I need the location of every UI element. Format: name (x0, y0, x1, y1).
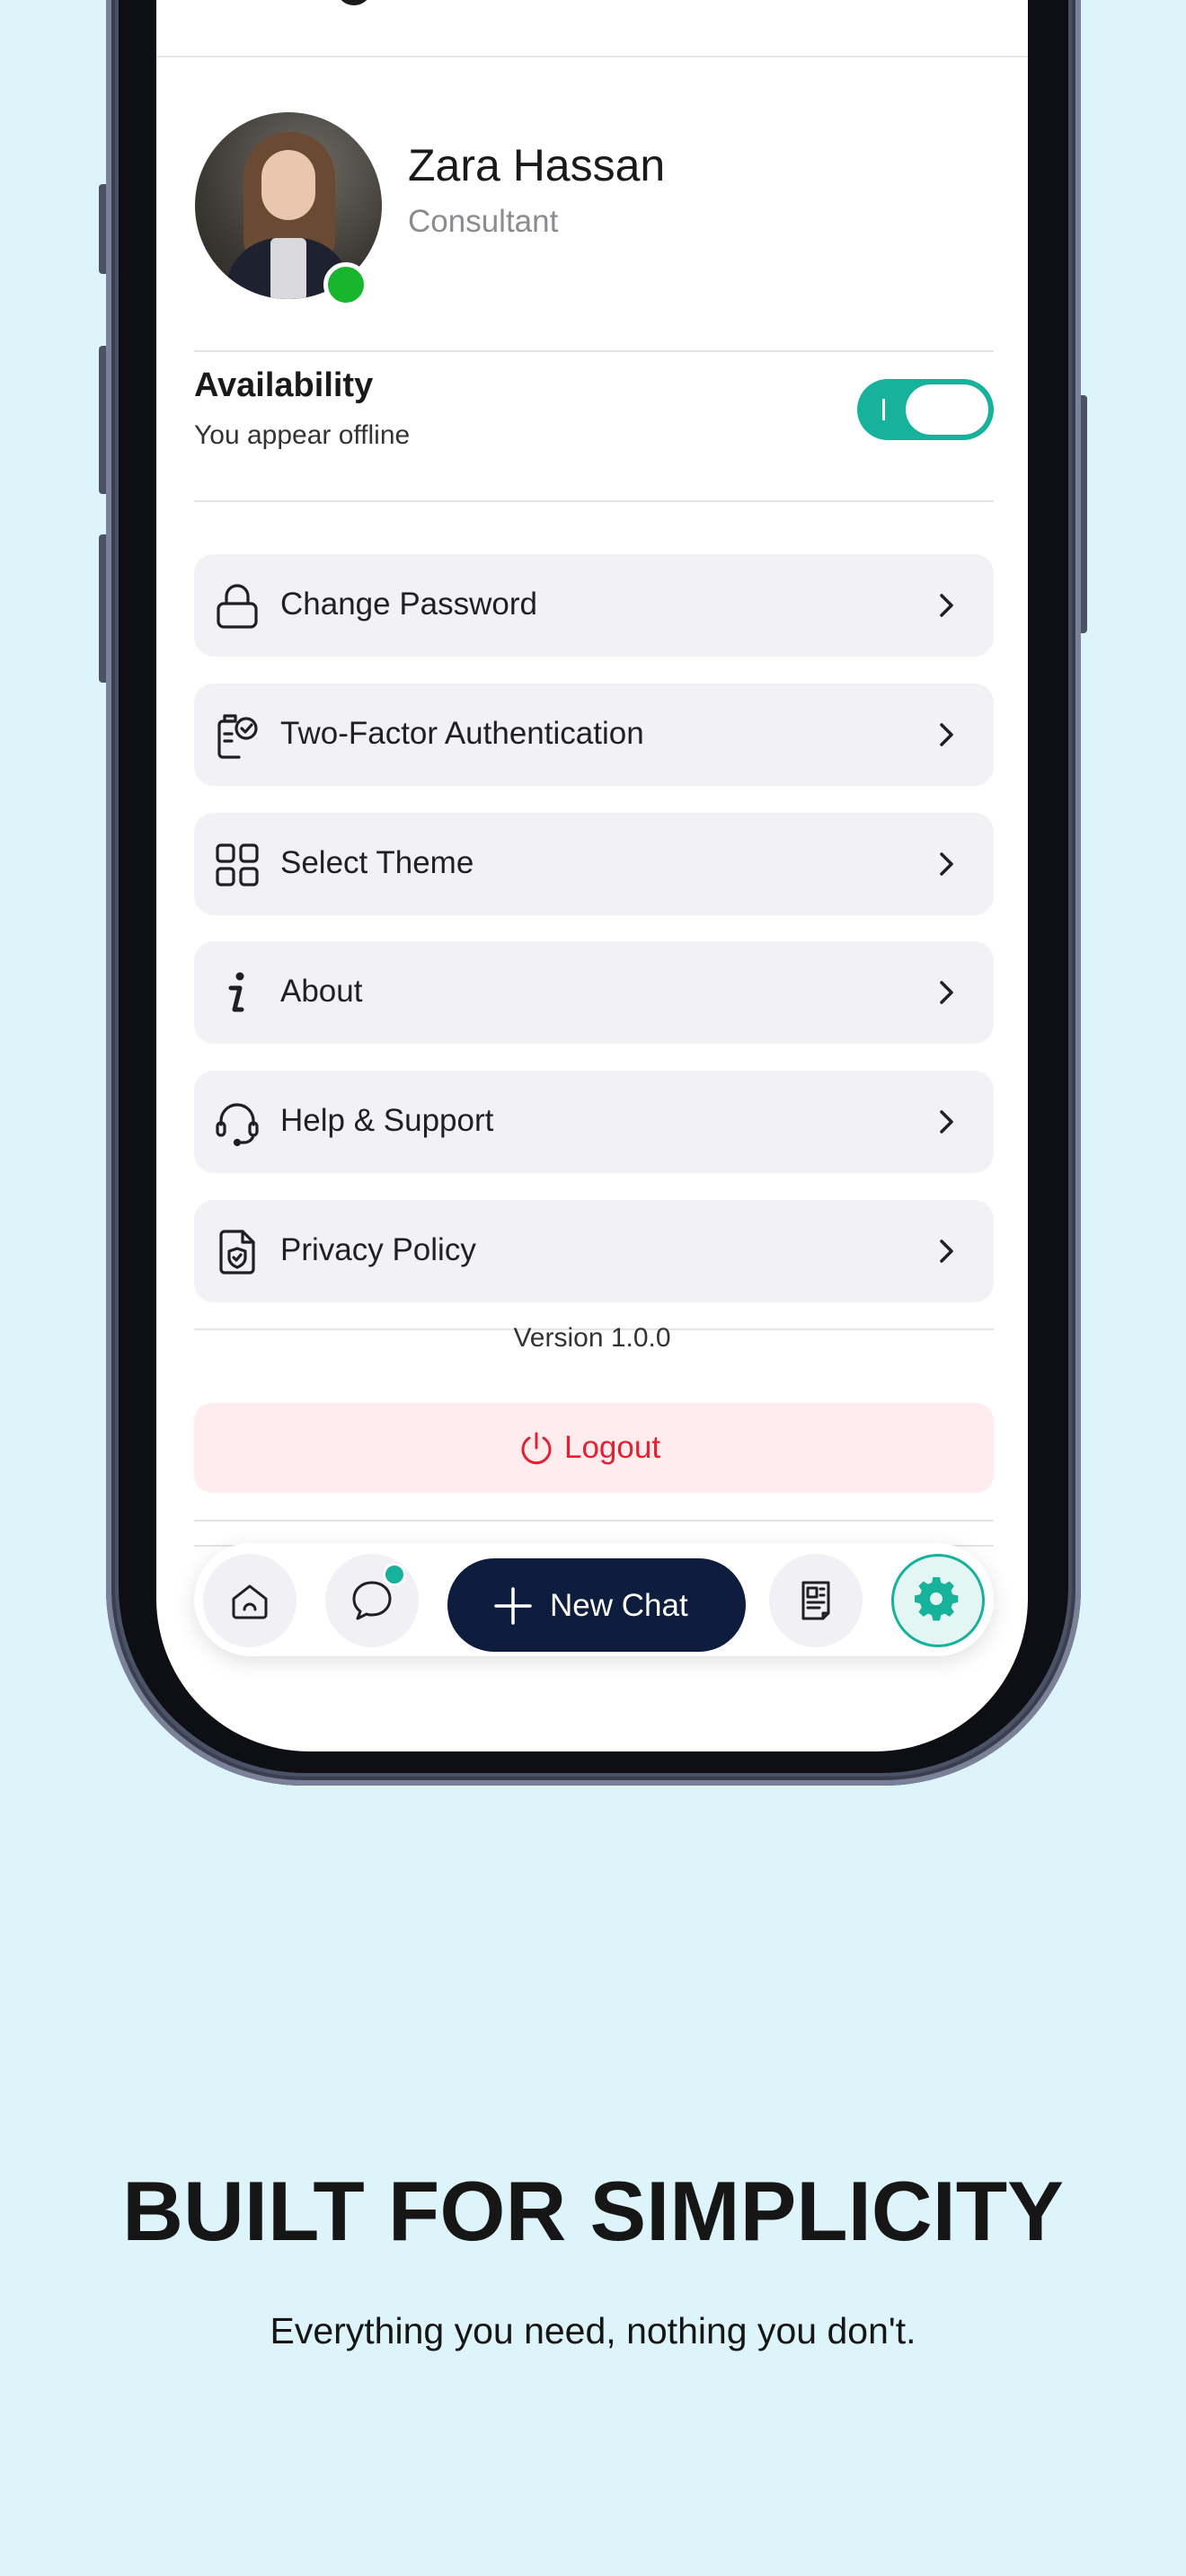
menu-item-change-password[interactable]: Change Password (194, 554, 994, 657)
chevron-right-icon (940, 981, 953, 1004)
home-icon (232, 1584, 268, 1619)
divider (194, 500, 994, 502)
availability-title: Availability (194, 366, 374, 404)
shield-check-icon (217, 714, 258, 759)
marketing-subline: Everything you need, nothing you don't. (270, 2310, 916, 2351)
power-icon (521, 1432, 552, 1465)
plus-icon (494, 1587, 532, 1625)
logout-label: Logout (564, 1430, 661, 1465)
info-icon (228, 972, 244, 1012)
menu-label: Select Theme (280, 845, 474, 880)
chevron-right-icon (940, 852, 953, 876)
menu-item-about[interactable]: About (194, 941, 994, 1044)
chevron-right-icon (940, 1110, 953, 1134)
new-chat-button[interactable]: New Chat (447, 1558, 746, 1652)
menu-item-select-theme[interactable]: Select Theme (194, 813, 994, 915)
logout-button[interactable]: Logout (194, 1403, 994, 1493)
marketing-headline: BUILT FOR SIMPLICITY (122, 2164, 1064, 2258)
toggle-knob (906, 384, 988, 435)
settings-icon (915, 1577, 959, 1621)
unread-badge (383, 1563, 406, 1586)
menu-label: Help & Support (280, 1103, 494, 1138)
menu-label: About (280, 974, 363, 1009)
new-chat-label: New Chat (550, 1588, 688, 1623)
header-title-peek (336, 0, 372, 5)
online-status-dot (323, 262, 368, 307)
chevron-right-icon (940, 723, 953, 746)
profile-name: Zara Hassan (408, 140, 666, 190)
nav-chat-button[interactable] (325, 1554, 419, 1647)
menu-label: Change Password (280, 587, 537, 622)
profile-role: Consultant (408, 204, 559, 239)
header-divider (156, 56, 1028, 57)
document-shield-icon (219, 1230, 255, 1275)
chevron-right-icon (940, 594, 953, 617)
lock-icon (217, 584, 258, 629)
menu-label: Privacy Policy (280, 1232, 476, 1267)
divider (194, 350, 994, 352)
availability-toggle[interactable] (857, 379, 994, 440)
menu-item-help-support[interactable]: Help & Support (194, 1071, 994, 1173)
chevron-right-icon (940, 1239, 953, 1263)
headset-icon (216, 1103, 259, 1147)
nav-home-button[interactable] (203, 1554, 296, 1647)
nav-documents-button[interactable] (769, 1554, 863, 1647)
menu-item-two-factor[interactable]: Two-Factor Authentication (194, 684, 994, 786)
availability-subtitle: You appear offline (194, 420, 411, 450)
divider (194, 1520, 994, 1522)
app-screen: Zara Hassan Consultant Availability You … (156, 0, 1028, 1751)
version-text: Version 1.0.0 (513, 1323, 671, 1353)
nav-settings-button[interactable] (891, 1554, 985, 1647)
menu-label: Two-Factor Authentication (280, 716, 644, 751)
menu-item-privacy-policy[interactable]: Privacy Policy (194, 1200, 994, 1302)
document-icon (801, 1581, 830, 1620)
grid-icon (216, 843, 259, 887)
bottom-nav-bar: New Chat (194, 1543, 994, 1656)
